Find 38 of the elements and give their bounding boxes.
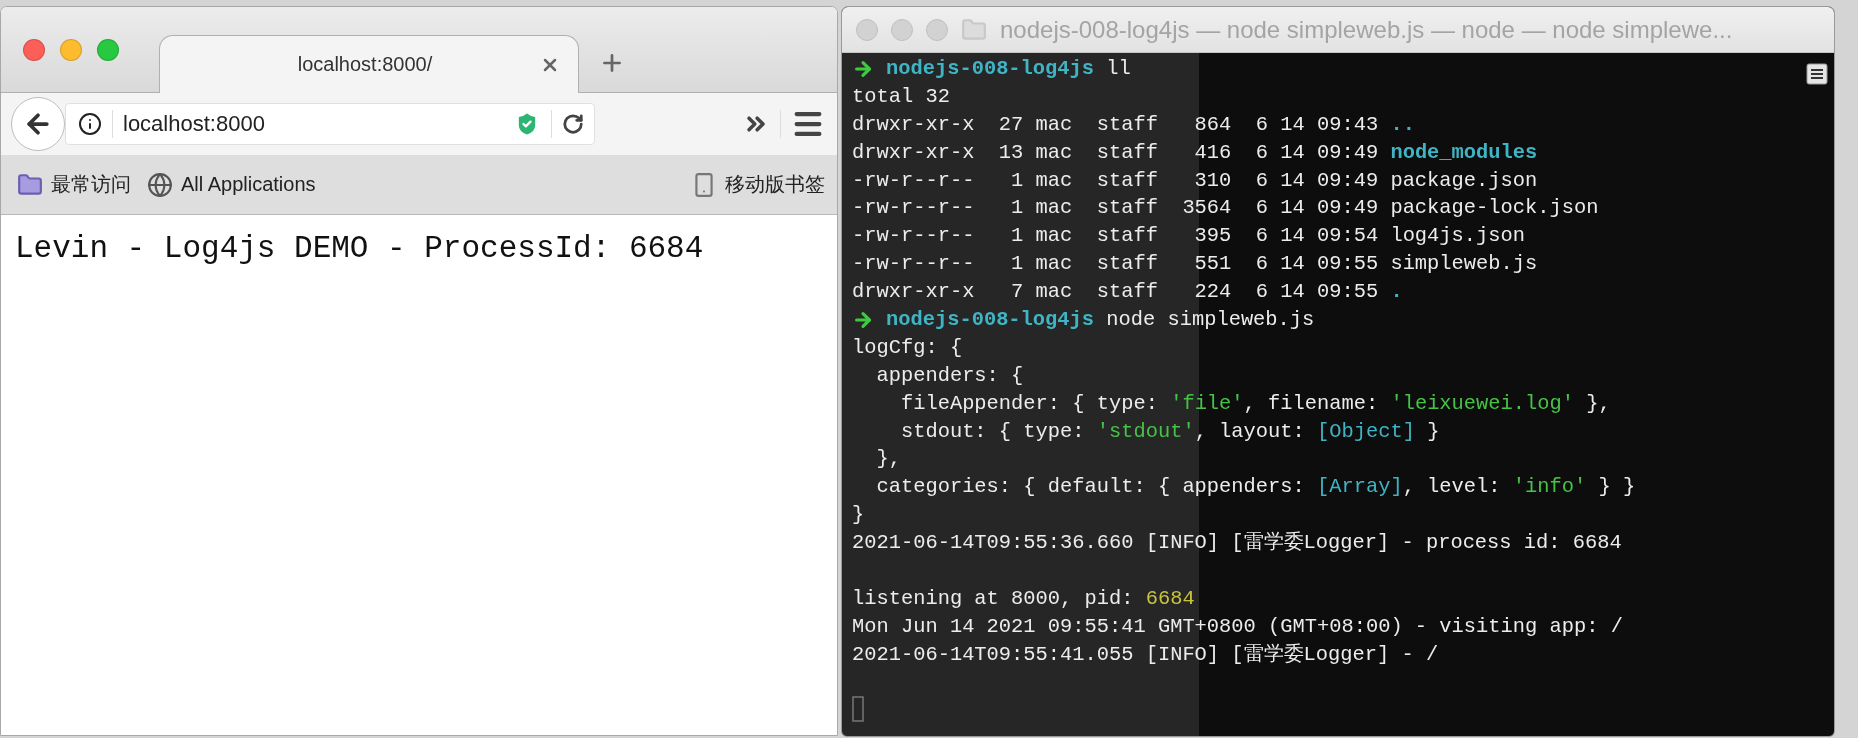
terminal-line: 2021-06-14T09:55:41.055 [INFO] [雷学委Logger] - / bbox=[852, 641, 1439, 668]
folder-icon bbox=[961, 16, 987, 43]
terminal-line: fileAppender: { type: 'file', filename: 'leixuewei.log' }, bbox=[899, 390, 1611, 417]
terminal-line: logCfg: { bbox=[852, 334, 963, 361]
terminal-line: drwxr-xr-x 27 mac staff 864 6 14 09:43 .. bbox=[852, 111, 1415, 138]
page-heading: Levin - Log4js DEMO - ProcessId: 6684 bbox=[15, 231, 705, 266]
back-button[interactable] bbox=[11, 97, 65, 151]
reload-icon bbox=[562, 113, 584, 135]
address-bar[interactable]: localhost:8000 bbox=[65, 103, 595, 145]
window-title: nodejs-008-log4js — node simpleweb.js — node — node simplewe... bbox=[1000, 15, 1733, 44]
terminal-prompt: nodejs-008-log4js node simpleweb.js bbox=[886, 307, 1315, 333]
cursor-icon bbox=[852, 696, 864, 723]
terminal-line: }, bbox=[875, 446, 901, 473]
terminal-line: -rw-r--r-- 1 mac staff 551 6 14 09:55 simpleweb.js bbox=[852, 251, 1538, 278]
terminal-line: 2021-06-14T09:55:36.660 [INFO] [雷学委Logger] - process id: 6684 bbox=[852, 530, 1622, 557]
terminal-line: drwxr-xr-x 7 mac staff 224 6 14 09:55 . bbox=[852, 279, 1403, 306]
info-icon[interactable] bbox=[78, 112, 102, 136]
folder-icon bbox=[17, 171, 43, 198]
bookmark-item[interactable]: All Applications bbox=[147, 171, 316, 198]
browser-tab[interactable]: localhost:8000/ bbox=[159, 35, 579, 93]
terminal-line: Mon Jun 14 2021 09:55:41 GMT+0800 (GMT+08:00) - visiting app: / bbox=[852, 613, 1623, 640]
terminal-line: appenders: { bbox=[875, 362, 1024, 389]
tab-title: localhost:8000/ bbox=[296, 53, 434, 76]
terminal-line: total 32 bbox=[852, 83, 950, 110]
terminal-line: -rw-r--r-- 1 mac staff 3564 6 14 09:49 package-lock.json bbox=[852, 195, 1599, 222]
terminal-line: categories: { default: { appenders: [Array], level: 'info' } } bbox=[875, 474, 1636, 501]
terminal-line: -rw-r--r-- 1 mac staff 395 6 14 09:54 log4js.json bbox=[852, 223, 1525, 250]
mobile-bookmarks-item[interactable]: 移动版书签 bbox=[691, 171, 825, 198]
globe-icon bbox=[147, 171, 173, 198]
bookmark-item[interactable]: 最常访问 bbox=[17, 171, 131, 198]
terminal-line: drwxr-xr-x 13 mac staff 416 6 14 09:49 node_modules bbox=[852, 139, 1538, 166]
terminal-line: } bbox=[852, 502, 865, 529]
terminal-prompt: nodejs-008-log4js ll bbox=[886, 56, 1131, 82]
reload-button[interactable] bbox=[562, 113, 584, 135]
terminal-line: listening at 8000, pid: 6684 bbox=[852, 585, 1195, 612]
terminal-line: -rw-r--r-- 1 mac staff 310 6 14 09:49 package.json bbox=[852, 167, 1538, 194]
list-icon[interactable] bbox=[1806, 63, 1828, 85]
terminal-line: stdout: { type: 'stdout', layout: [Object] } bbox=[899, 418, 1440, 445]
